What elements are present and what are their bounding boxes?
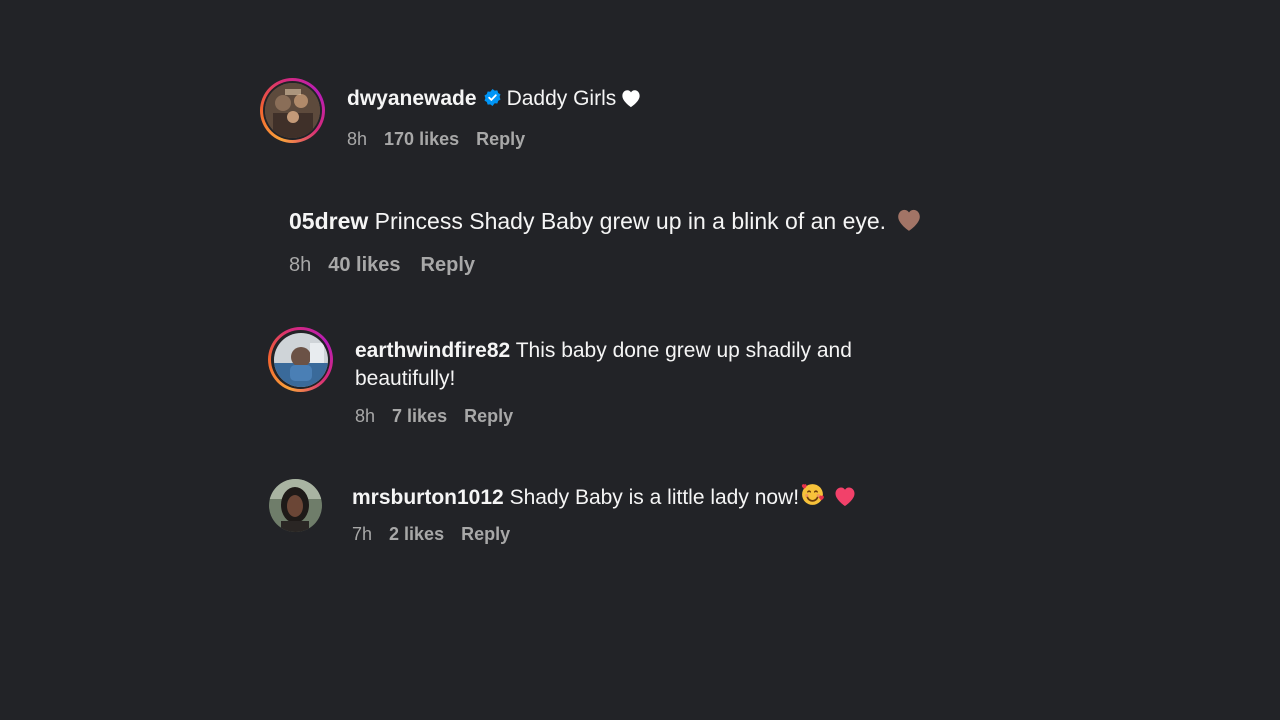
avatar[interactable] [260,78,325,143]
comment-likes[interactable]: 2 likes [389,524,444,544]
comment-username[interactable]: 05drew [289,208,368,234]
pink-heart-icon [833,485,857,513]
avatar[interactable] [269,479,322,532]
verified-badge-icon [483,88,502,113]
brown-heart-icon [895,207,923,238]
comment-username[interactable]: earthwindfire82 [355,339,510,362]
comments-panel: dwyanewade Daddy Girls 8h 170 likes Reply 0… [0,0,1280,720]
comment-username[interactable]: dwyanewade [347,87,477,110]
reply-button[interactable]: Reply [461,524,510,544]
comment-meta: 8h 170 likes Reply [347,129,542,150]
white-heart-icon [620,88,642,114]
comment-username[interactable]: mrsburton1012 [352,486,504,509]
comment-likes[interactable]: 170 likes [384,129,459,149]
avatar-photo-icon [269,479,322,532]
comment-meta: 7h 2 likes Reply [352,524,527,545]
reply-button[interactable]: Reply [476,129,525,149]
avatar-photo-icon [265,83,320,138]
comment-text: Shady Baby is a little lady now! [509,486,800,509]
comment-time[interactable]: 8h [355,406,375,426]
comment-meta: 8h 7 likes Reply [355,406,530,427]
avatar[interactable] [268,327,333,392]
comment-text-continued: beautifully! [355,367,456,390]
comment-body: mrsburton1012 Shady Baby is a little lad… [352,482,857,513]
comment-time[interactable]: 7h [352,524,372,544]
comment-text: Princess Shady Baby grew up in a blink o… [374,208,887,234]
avatar-photo-icon [273,332,328,387]
reply-button[interactable]: Reply [421,254,475,276]
comment-likes[interactable]: 40 likes [328,254,400,276]
comment-body: 05drew Princess Shady Baby grew up in a … [289,207,923,238]
smiling-face-with-hearts-icon [800,482,825,513]
comment-text: Daddy Girls [506,87,617,110]
reply-button[interactable]: Reply [464,406,513,426]
comment-body: dwyanewade Daddy Girls [347,87,642,114]
comment-time[interactable]: 8h [347,129,367,149]
comment-body: earthwindfire82 This baby done grew up s… [355,337,852,393]
comment-text: This baby done grew up shadily and [515,339,852,362]
comment-time[interactable]: 8h [289,254,311,276]
comment-meta: 8h 40 likes Reply [289,254,492,277]
comment-likes[interactable]: 7 likes [392,406,447,426]
